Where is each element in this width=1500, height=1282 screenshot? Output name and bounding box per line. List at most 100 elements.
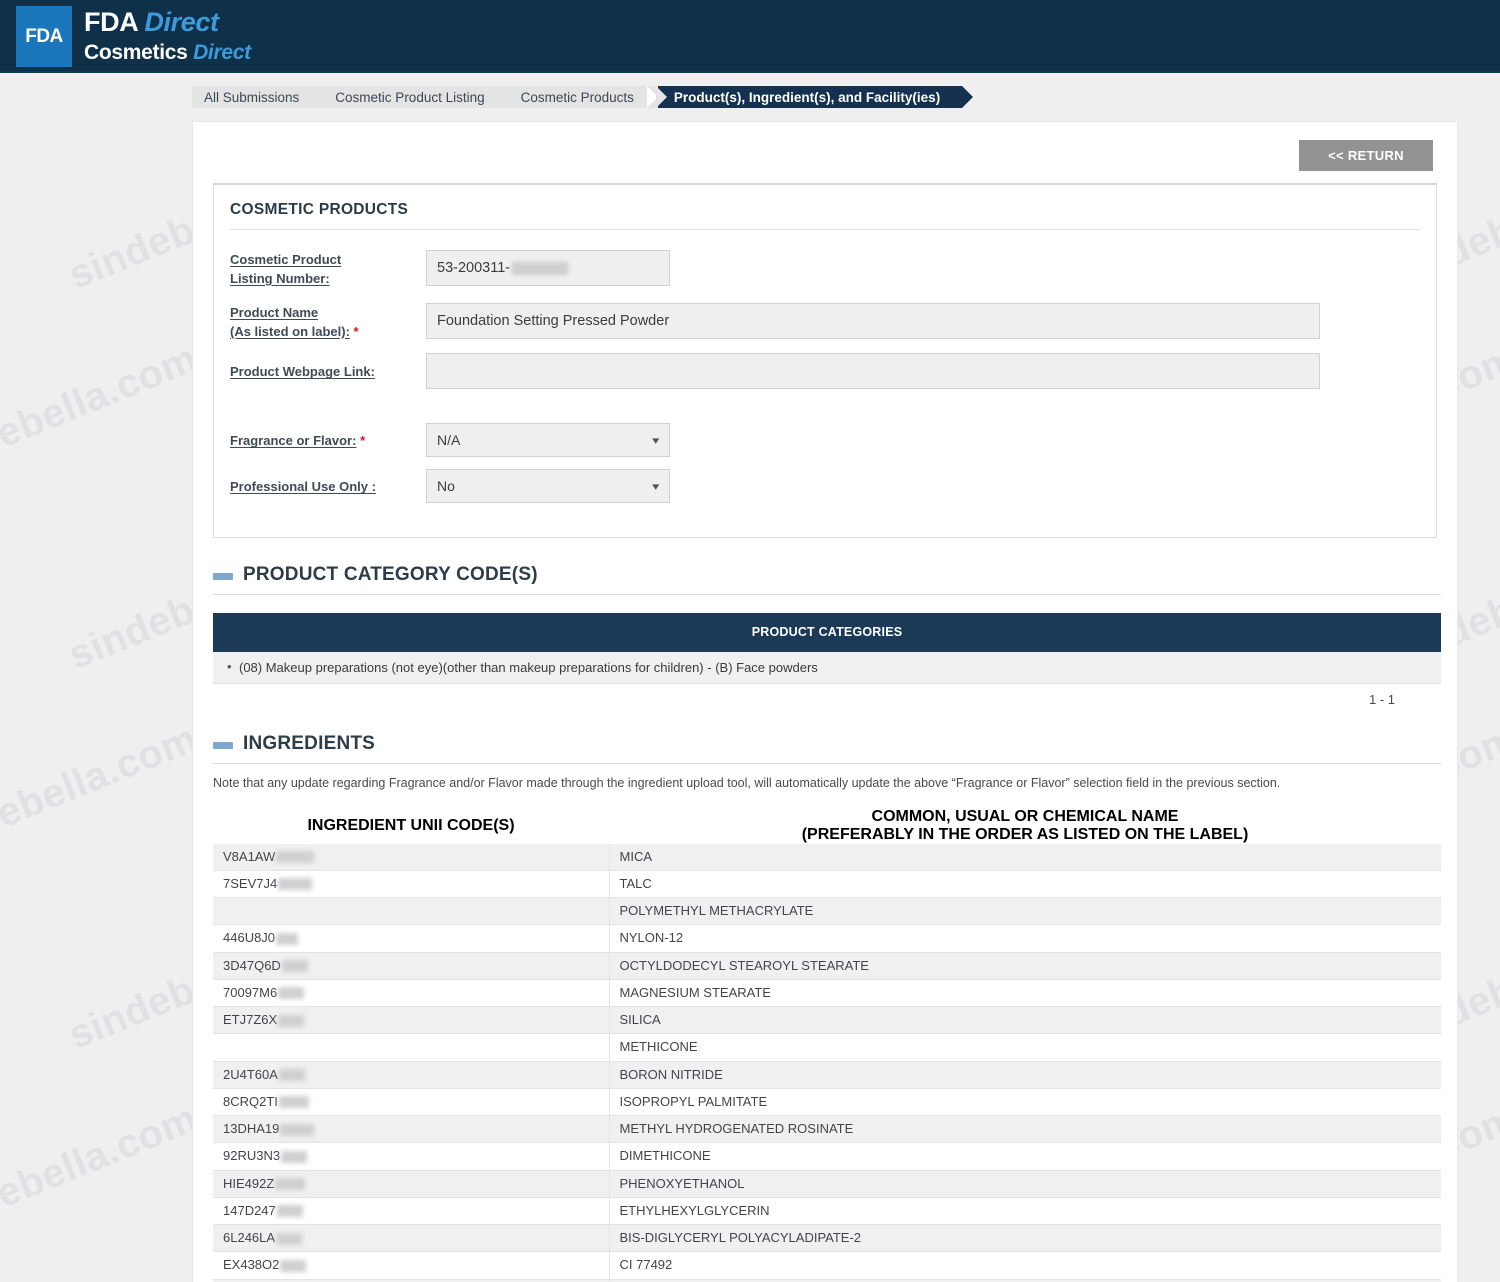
table-row: (08) Makeup preparations (not eye)(other…	[213, 652, 1441, 684]
watermark-text: sindebella.com	[0, 1096, 204, 1249]
ingredient-unii-code: ETJ7Z6X	[223, 1012, 277, 1028]
breadcrumb-item-cosmetic-products[interactable]: Cosmetic Products	[509, 86, 656, 108]
table-row: 7SEV7J4TALC	[213, 870, 1441, 897]
table-row: 446U8J0NYLON-12	[213, 925, 1441, 952]
spacer	[230, 401, 1420, 423]
table-row: POLYMETHYL METHACRYLATE	[213, 898, 1441, 925]
breadcrumb-item-products-ingredients-facilities[interactable]: Product(s), Ingredient(s), and Facility(…	[658, 86, 962, 108]
brand-fda-word: FDA	[84, 7, 137, 37]
ingredient-name-cell: BORON NITRIDE	[609, 1061, 1441, 1088]
ingredient-unii-code: 147D247	[223, 1203, 276, 1219]
field-row-listing-number: Cosmetic Product Listing Number: 53-2003…	[230, 248, 1420, 289]
redacted-unii-suffix	[279, 1096, 309, 1108]
ingredient-unii-cell: 2U4T60A	[213, 1061, 609, 1088]
ingredient-unii-cell: 13DHA19	[213, 1116, 609, 1143]
unii-column-header: INGREDIENT UNII CODE(S)	[213, 808, 609, 844]
watermark-text: sindebella.com	[0, 716, 204, 869]
ingredient-unii-code: 70097M6	[223, 985, 277, 1001]
ingredient-unii-cell: 92RU3N3	[213, 1143, 609, 1170]
table-row: 3D47Q6D OCTYLDODECYL STEAROYL STEARATE	[213, 952, 1441, 979]
table-header-row: PRODUCT CATEGORIES	[213, 613, 1441, 652]
ingredients-table: INGREDIENT UNII CODE(S) COMMON, USUAL OR…	[213, 808, 1441, 1282]
ingredient-unii-code: 8CRQ2TI	[223, 1094, 278, 1110]
redacted-unii-suffix	[278, 1015, 304, 1027]
required-asterisk-fragrance: *	[360, 433, 365, 448]
fragrance-label: Fragrance or Flavor: *	[230, 429, 426, 451]
ingredients-section-header[interactable]: INGREDIENTS	[213, 733, 1441, 764]
ingredient-unii-code: 446U8J0	[223, 930, 275, 946]
ingredient-name-cell: TALC	[609, 870, 1441, 897]
redacted-unii-suffix	[276, 1233, 302, 1245]
panel-title: COSMETIC PRODUCTS	[230, 201, 1420, 230]
ingredients-note: Note that any update regarding Fragrance…	[213, 774, 1441, 793]
ingredient-name-cell: ETHYLHEXYLGLYCERIN	[609, 1197, 1441, 1224]
ingredient-unii-code: EX438O2	[223, 1257, 279, 1273]
ingredient-unii-cell	[213, 898, 609, 925]
fragrance-label-text: Fragrance or Flavor:	[230, 433, 356, 448]
product-category-section-header[interactable]: PRODUCT CATEGORY CODE(S)	[213, 564, 1441, 595]
product-category-heading: PRODUCT CATEGORY CODE(S)	[243, 564, 538, 586]
app-header: FDA FDA Direct Cosmetics Direct	[0, 0, 1500, 73]
product-categories-column-header: PRODUCT CATEGORIES	[213, 613, 1441, 652]
ingredient-name-cell: CI 77492	[609, 1252, 1441, 1279]
chemical-name-column-header: COMMON, USUAL OR CHEMICAL NAME (PREFERAB…	[609, 808, 1441, 844]
product-name-label-line1: Product Name	[230, 305, 318, 320]
ingredients-heading: INGREDIENTS	[243, 733, 375, 755]
ingredient-unii-code: 13DHA19	[223, 1121, 279, 1137]
listing-number-input[interactable]: 53-200311-	[426, 250, 670, 286]
table-row: 13DHA19METHYL HYDROGENATED ROSINATE	[213, 1116, 1441, 1143]
ingredient-name-cell: OCTYLDODECYL STEAROYL STEARATE	[609, 952, 1441, 979]
webpage-link-label-text: Product Webpage Link:	[230, 364, 375, 379]
fragrance-select[interactable]: N/A ▾	[426, 423, 670, 457]
webpage-link-input[interactable]	[426, 353, 1320, 389]
field-row-fragrance: Fragrance or Flavor: * N/A ▾	[230, 423, 1420, 457]
brand-title-line1: FDA Direct	[84, 9, 251, 36]
main-content: << RETURN COSMETIC PRODUCTS Cosmetic Pro…	[192, 121, 1458, 1282]
webpage-link-label: Product Webpage Link:	[230, 360, 426, 382]
redacted-unii-suffix	[278, 878, 312, 890]
ingredient-name-cell: PHENOXYETHANOL	[609, 1170, 1441, 1197]
product-name-label: Product Name (As listed on label): *	[230, 301, 426, 342]
redacted-unii-suffix	[280, 1124, 314, 1136]
brand-cosmetics-word: Cosmetics	[84, 41, 188, 64]
field-row-professional-use: Professional Use Only : No ▾	[230, 469, 1420, 503]
ingredients-table-body: V8A1AWMICA7SEV7J4TALC POLYMETHYL METHACR…	[213, 844, 1441, 1282]
collapse-minus-icon[interactable]	[213, 573, 233, 580]
redacted-unii-suffix	[276, 933, 298, 945]
redacted-unii-suffix	[276, 851, 314, 863]
redacted-value	[512, 262, 568, 275]
ingredient-name-cell: SILICA	[609, 1007, 1441, 1034]
ingredient-unii-code: HIE492Z	[223, 1176, 274, 1192]
chevron-down-icon-2: ▾	[653, 480, 660, 493]
ingredient-name-cell: MICA	[609, 844, 1441, 871]
professional-use-select[interactable]: No ▾	[426, 469, 670, 503]
professional-use-label-text: Professional Use Only :	[230, 479, 376, 494]
collapse-minus-icon-ingredients[interactable]	[213, 742, 233, 749]
return-button[interactable]: << RETURN	[1299, 140, 1433, 171]
redacted-unii-suffix	[281, 1151, 307, 1163]
breadcrumb-item-all-submissions[interactable]: All Submissions	[192, 86, 321, 108]
ingredient-name-cell: MAGNESIUM STEARATE	[609, 979, 1441, 1006]
table-row: ETJ7Z6X SILICA	[213, 1007, 1441, 1034]
product-category-cell: (08) Makeup preparations (not eye)(other…	[213, 652, 1441, 684]
ingredient-unii-cell: 7SEV7J4	[213, 870, 609, 897]
ingredients-header-row: INGREDIENT UNII CODE(S) COMMON, USUAL OR…	[213, 808, 1441, 844]
redacted-unii-suffix	[277, 1205, 303, 1217]
ingredient-name-cell: POLYMETHYL METHACRYLATE	[609, 898, 1441, 925]
ingredient-unii-cell: 70097M6	[213, 979, 609, 1006]
product-name-input[interactable]: Foundation Setting Pressed Powder	[426, 303, 1320, 339]
table-row: METHICONE	[213, 1034, 1441, 1061]
redacted-unii-suffix	[280, 1260, 306, 1272]
chevron-down-icon: ▾	[653, 434, 660, 447]
ingredient-unii-code: 2U4T60A	[223, 1067, 278, 1083]
professional-use-label: Professional Use Only :	[230, 475, 426, 497]
table-row: 8CRQ2TIISOPROPYL PALMITATE	[213, 1088, 1441, 1115]
table-row: V8A1AWMICA	[213, 844, 1441, 871]
ingredient-unii-code: 3D47Q6D	[223, 958, 281, 974]
professional-use-selected-value: No	[437, 478, 455, 494]
chemical-name-header-line2: (PREFERABLY IN THE ORDER AS LISTED ON TH…	[802, 826, 1249, 843]
breadcrumb-item-cosmetic-product-listing[interactable]: Cosmetic Product Listing	[323, 86, 506, 108]
ingredient-unii-cell: 3D47Q6D	[213, 952, 609, 979]
listing-number-label: Cosmetic Product Listing Number:	[230, 248, 426, 289]
watermark-text: sindebella.com	[0, 336, 204, 489]
